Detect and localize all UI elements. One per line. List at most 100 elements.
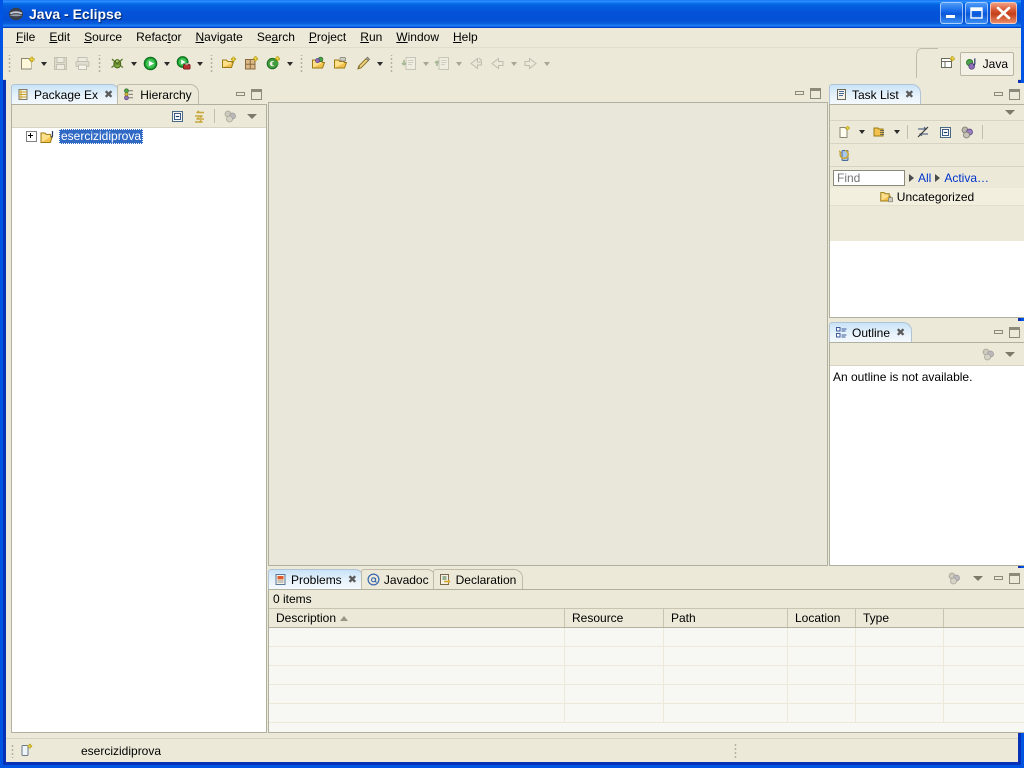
problems-table-body[interactable] [269, 628, 1024, 732]
expand-icon[interactable] [26, 131, 37, 142]
filter-activate-link[interactable]: Activa… [944, 171, 989, 185]
collapse-all-icon[interactable] [167, 107, 187, 125]
editor-canvas[interactable] [268, 102, 828, 566]
filters-icon[interactable] [944, 569, 964, 587]
run-dropdown-icon[interactable] [161, 53, 172, 75]
menu-navigate[interactable]: Navigate [188, 29, 249, 47]
table-row[interactable] [269, 647, 1024, 666]
editor-tab-row [268, 83, 828, 102]
collapse-all-icon[interactable] [935, 123, 955, 141]
tab-package-explorer[interactable]: Package Ex ✖ [11, 84, 121, 104]
filters-icon[interactable] [220, 107, 240, 125]
search-input[interactable] [833, 169, 905, 186]
new-package-icon[interactable] [240, 53, 262, 75]
categorize-icon[interactable] [869, 123, 889, 141]
external-tools-dropdown-icon[interactable] [194, 53, 205, 75]
statusbar-grip[interactable] [10, 743, 16, 758]
synchronize-icon[interactable] [913, 123, 933, 141]
link-editor-icon[interactable] [189, 107, 209, 125]
run-play-icon[interactable] [139, 53, 161, 75]
menu-search[interactable]: Search [250, 29, 302, 47]
table-row[interactable] [269, 685, 1024, 704]
tab-task-list[interactable]: Task List ✖ [829, 84, 921, 104]
new-file-dropdown-icon[interactable] [38, 53, 49, 75]
close-button[interactable] [990, 2, 1017, 24]
tab-problems[interactable]: Problems ✖ [268, 569, 364, 589]
new-task-icon[interactable] [834, 123, 854, 141]
tree-item-project[interactable]: esercizidiprova [12, 128, 266, 145]
minimize-icon[interactable] [992, 88, 1005, 101]
menu-source[interactable]: Source [77, 29, 129, 47]
table-row[interactable] [269, 628, 1024, 647]
maximize-icon[interactable] [809, 87, 822, 100]
menu-refactor[interactable]: Refactor [129, 29, 188, 47]
close-icon[interactable]: ✖ [348, 573, 357, 586]
open-task-icon[interactable] [330, 53, 352, 75]
tab-declaration[interactable]: Declaration [432, 569, 524, 589]
view-menu-icon[interactable] [968, 569, 988, 587]
toolbar-grip-2[interactable] [96, 55, 103, 72]
menu-help[interactable]: Help [446, 29, 485, 47]
new-task-dropdown-icon[interactable] [856, 121, 867, 143]
package-explorer-tree[interactable]: esercizidiprova [12, 128, 266, 732]
close-icon[interactable]: ✖ [104, 88, 113, 101]
maximize-icon[interactable] [1008, 572, 1021, 585]
maximize-button[interactable] [965, 2, 988, 24]
toolbar-grip[interactable] [6, 55, 13, 72]
categorize-dropdown-icon[interactable] [891, 121, 902, 143]
restore-tasks-icon[interactable] [834, 146, 854, 164]
new-class-icon[interactable] [262, 53, 284, 75]
search-pencil-icon[interactable] [352, 53, 374, 75]
external-tools-icon[interactable] [172, 53, 194, 75]
toolbar-grip-5[interactable] [388, 55, 395, 72]
debug-bug-icon[interactable] [106, 53, 128, 75]
search-dropdown-icon[interactable] [374, 53, 385, 75]
debug-dropdown-icon[interactable] [128, 53, 139, 75]
view-menu-icon[interactable] [1000, 345, 1020, 363]
task-list-view: Task List ✖ Find All Activa… Uncategoriz… [829, 83, 1024, 318]
perspective-java-button[interactable]: Java [959, 51, 1014, 76]
tab-hierarchy[interactable]: Hierarchy [117, 84, 199, 104]
view-menu-icon[interactable] [1000, 104, 1020, 122]
minimize-button[interactable] [940, 2, 963, 24]
close-icon[interactable]: ✖ [896, 326, 905, 339]
minimize-icon[interactable] [992, 572, 1005, 585]
maximize-icon[interactable] [250, 88, 263, 101]
task-list-items[interactable] [830, 241, 1024, 317]
new-java-project-icon[interactable] [218, 53, 240, 75]
minimize-icon[interactable] [992, 326, 1005, 339]
toolbar-grip-4[interactable] [298, 55, 305, 72]
open-perspective-icon[interactable] [938, 53, 960, 75]
table-row[interactable] [269, 666, 1024, 685]
menu-project[interactable]: Project [302, 29, 353, 47]
tab-javadoc[interactable]: Javadoc [360, 569, 436, 589]
menu-window[interactable]: Window [389, 29, 446, 47]
view-menu-icon[interactable] [242, 107, 262, 125]
new-class-dropdown-icon[interactable] [284, 53, 295, 75]
maximize-icon[interactable] [1008, 88, 1021, 101]
maximize-icon[interactable] [1008, 326, 1021, 339]
column-header-resource[interactable]: Resource [565, 609, 664, 627]
menu-edit[interactable]: Edit [42, 29, 77, 47]
minimize-icon[interactable] [793, 87, 806, 100]
column-header-description[interactable]: Description [269, 609, 565, 627]
triangle-right-icon-2[interactable] [935, 173, 941, 182]
column-header-location[interactable]: Location [788, 609, 856, 627]
minimize-icon[interactable] [234, 88, 247, 101]
menu-file[interactable]: FFileile [9, 29, 42, 47]
filter-all-link[interactable]: All [918, 171, 931, 185]
triangle-right-icon[interactable] [909, 173, 914, 182]
toolbar-grip-3[interactable] [208, 55, 215, 72]
filters-icon[interactable] [978, 345, 998, 363]
tab-outline[interactable]: Outline ✖ [829, 322, 913, 342]
filters-icon[interactable] [957, 123, 977, 141]
column-header-type[interactable]: Type [856, 609, 944, 627]
column-header-path[interactable]: Path [664, 609, 788, 627]
new-file-icon[interactable] [16, 53, 38, 75]
menu-run[interactable]: Run [353, 29, 389, 47]
close-icon[interactable]: ✖ [905, 88, 914, 101]
table-row[interactable] [269, 704, 1024, 723]
task-category-uncategorized[interactable]: Uncategorized [830, 188, 1024, 206]
open-type-icon[interactable] [308, 53, 330, 75]
task-list-secondary-toolbar [830, 144, 1024, 167]
